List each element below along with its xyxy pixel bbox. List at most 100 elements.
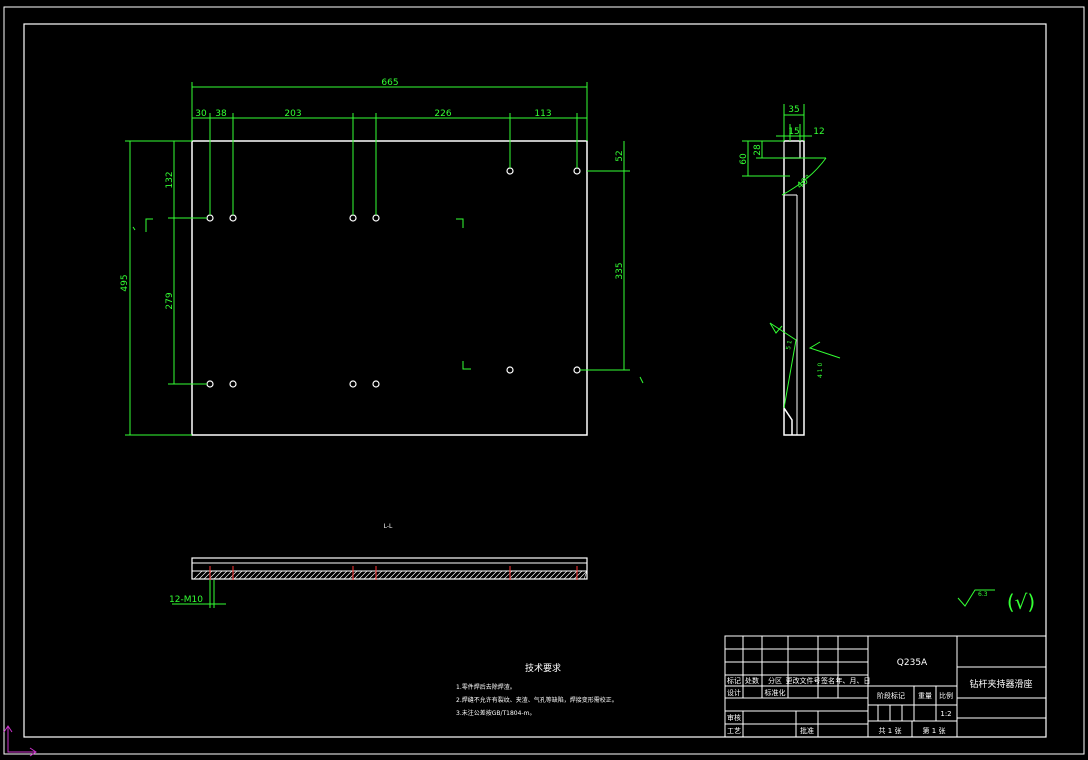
hole bbox=[372, 214, 380, 222]
tb-approve: 批准 bbox=[800, 726, 814, 735]
hatch-line bbox=[443, 570, 453, 580]
tb-ratio: 比例 bbox=[939, 691, 953, 700]
technical-requirements: 技术要求 1.零件焊后去除焊渣。 2.焊缝不允许有裂纹、夹渣、气孔等缺陷，焊接变… bbox=[456, 662, 618, 717]
hatch-line bbox=[323, 570, 333, 580]
tb-sign: 签名 bbox=[821, 676, 835, 685]
thread-callout: 12-M10 bbox=[169, 595, 203, 605]
tb-stage-mark: 阶段标记 bbox=[877, 691, 905, 700]
hatch-line bbox=[553, 570, 563, 580]
hole bbox=[349, 214, 357, 222]
hatch-line bbox=[338, 570, 348, 580]
hole bbox=[206, 214, 214, 222]
hatch-line bbox=[403, 570, 413, 580]
tech-req-item-3: 3.未注公差按GB/T1804-m。 bbox=[456, 709, 535, 717]
ucs-icon bbox=[3, 725, 37, 757]
hatch-line bbox=[198, 570, 208, 580]
tb-review: 审核 bbox=[727, 713, 741, 722]
hatch-line bbox=[333, 570, 343, 580]
tech-req-item-1: 1.零件焊后去除焊渣。 bbox=[456, 683, 516, 691]
dim-segment-3: 203 bbox=[284, 109, 301, 119]
hole bbox=[349, 380, 357, 388]
hatch-line bbox=[303, 570, 313, 580]
dim-overall-width: 665 bbox=[381, 78, 398, 88]
tb-count: 处数 bbox=[745, 676, 759, 685]
hatch-line bbox=[543, 570, 553, 580]
hatch-line bbox=[493, 570, 503, 580]
dim-right-offset: 52 bbox=[615, 150, 625, 161]
roughness-symbol-icon bbox=[957, 589, 995, 607]
hatch-line bbox=[243, 570, 253, 580]
hatch-line bbox=[388, 570, 398, 580]
hatch-line bbox=[233, 570, 243, 580]
tb-standardize: 标准化 bbox=[765, 688, 786, 697]
dim-overall-height: 495 bbox=[120, 274, 130, 291]
hatch-line bbox=[478, 570, 488, 580]
hatch-line bbox=[383, 570, 393, 580]
hatch-line bbox=[213, 570, 223, 580]
tb-sheet-total: 共 1 张 bbox=[879, 726, 902, 735]
drawing-frame bbox=[23, 23, 1047, 738]
hatch-line bbox=[558, 570, 568, 580]
hole bbox=[506, 167, 514, 175]
tb-process: 工艺 bbox=[727, 727, 741, 735]
hatch-line bbox=[463, 570, 473, 580]
hole bbox=[229, 380, 237, 388]
hatch-line bbox=[358, 570, 368, 580]
hatch-line bbox=[263, 570, 273, 580]
section-view[interactable]: L-L 12-M10 bbox=[169, 523, 588, 608]
hatch-line bbox=[398, 570, 408, 580]
tech-req-title: 技术要求 bbox=[525, 662, 561, 674]
hatch-line bbox=[353, 570, 363, 580]
dim-row-spacing: 279 bbox=[165, 292, 175, 309]
hatch-line bbox=[523, 570, 533, 580]
dim-segment-5: 113 bbox=[534, 109, 551, 119]
hatch-line bbox=[203, 570, 213, 580]
hatch-line bbox=[473, 570, 483, 580]
hatch-line bbox=[568, 570, 578, 580]
dim-side-width: 35 bbox=[788, 105, 799, 115]
dim-segment-4: 226 bbox=[434, 109, 451, 119]
hatch-line bbox=[373, 570, 383, 580]
hatch-line bbox=[533, 570, 543, 580]
dim-segment-2: 38 bbox=[215, 109, 227, 119]
surface-finish: 6.3 (√) bbox=[957, 589, 1035, 614]
weld-note-b: 4 1 0 bbox=[817, 363, 824, 378]
tb-design: 设计 bbox=[727, 688, 741, 697]
hatch-line bbox=[413, 570, 423, 580]
hatch-line bbox=[453, 570, 463, 580]
cad-drawing-canvas[interactable]: 665 30 38 203 226 113 495 132 279 52 335 bbox=[0, 0, 1088, 760]
dim-side-height-b: 28 bbox=[753, 144, 763, 156]
tb-mark: 标记 bbox=[727, 676, 741, 685]
dim-side-inner: 15 bbox=[788, 127, 799, 137]
section-hatching bbox=[193, 570, 588, 580]
hatch-line bbox=[293, 570, 303, 580]
hatch-line bbox=[308, 570, 318, 580]
hole bbox=[206, 380, 214, 388]
hatch-line bbox=[518, 570, 528, 580]
hatch-line bbox=[283, 570, 293, 580]
hatch-line bbox=[528, 570, 538, 580]
section-outline bbox=[191, 557, 588, 580]
top-view-dimension-lines bbox=[125, 82, 644, 436]
dim-side-lip: 12 bbox=[813, 127, 824, 137]
hatch-line bbox=[438, 570, 448, 580]
tb-weight: 重量 bbox=[918, 692, 932, 700]
hatch-line bbox=[318, 570, 328, 580]
tb-sheet-no: 第 1 张 bbox=[923, 726, 946, 735]
side-profile-inner bbox=[783, 141, 801, 159]
hatch-line bbox=[363, 570, 373, 580]
hatch-line bbox=[498, 570, 508, 580]
hatch-line bbox=[268, 570, 278, 580]
hole bbox=[229, 214, 237, 222]
top-view[interactable]: 665 30 38 203 226 113 495 132 279 52 335 bbox=[120, 78, 644, 436]
hatch-line bbox=[538, 570, 548, 580]
hatch-line bbox=[408, 570, 418, 580]
hatch-line bbox=[258, 570, 268, 580]
hatch-line bbox=[328, 570, 338, 580]
section-mark-label: L-L bbox=[384, 523, 393, 530]
hatch-line bbox=[513, 570, 523, 580]
outer-sheet-border bbox=[3, 6, 1085, 755]
hole bbox=[573, 366, 581, 374]
hatch-line bbox=[418, 570, 428, 580]
side-view[interactable]: 35 15 12 60 28 40° 5 1 4 1 0 bbox=[739, 104, 841, 436]
